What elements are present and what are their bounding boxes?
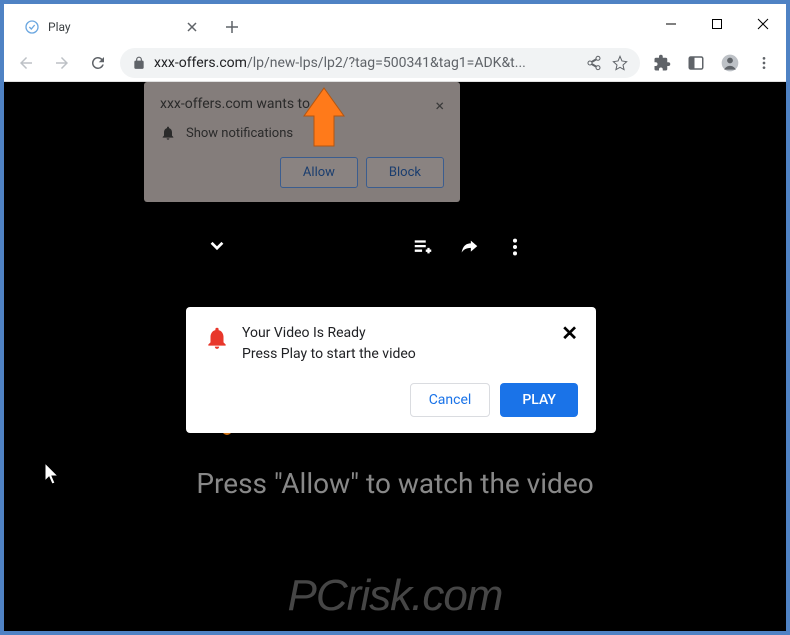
forward-button[interactable] bbox=[48, 49, 76, 77]
more-vertical-icon[interactable] bbox=[504, 236, 526, 258]
minimize-button[interactable] bbox=[648, 4, 694, 44]
playlist-add-icon[interactable] bbox=[412, 236, 434, 258]
tab-strip: Play bbox=[4, 4, 648, 44]
side-panel-icon[interactable] bbox=[682, 49, 710, 77]
tab-title: Play bbox=[48, 20, 176, 34]
video-controls-row bbox=[4, 232, 786, 262]
star-icon[interactable] bbox=[612, 55, 628, 71]
allow-button[interactable]: Allow bbox=[280, 157, 358, 188]
instruction-text: Press "Allow" to watch the video bbox=[4, 467, 786, 500]
reload-button[interactable] bbox=[84, 49, 112, 77]
close-window-button[interactable] bbox=[740, 4, 786, 44]
share-icon[interactable] bbox=[586, 55, 602, 71]
ready-title: Your Video Is Ready bbox=[242, 323, 549, 344]
pointer-arrow-annotation bbox=[302, 86, 362, 156]
url-text: xxx-offers.com/lp/new-lps/lp2/?tag=50034… bbox=[154, 55, 526, 71]
lock-icon bbox=[132, 56, 146, 70]
chevron-down-icon[interactable] bbox=[204, 232, 230, 258]
maximize-button[interactable] bbox=[694, 4, 740, 44]
address-actions bbox=[586, 55, 628, 71]
mouse-cursor bbox=[44, 462, 62, 486]
close-tab-icon[interactable] bbox=[184, 19, 200, 35]
address-bar[interactable]: xxx-offers.com/lp/new-lps/lp2/?tag=50034… bbox=[120, 48, 640, 78]
new-tab-button[interactable] bbox=[218, 13, 246, 41]
bell-icon bbox=[160, 125, 176, 141]
video-ready-dialog: Your Video Is Ready Press Play to start … bbox=[186, 307, 596, 433]
browser-toolbar: xxx-offers.com/lp/new-lps/lp2/?tag=50034… bbox=[4, 44, 786, 82]
browser-tab[interactable]: Play bbox=[12, 10, 212, 44]
back-button[interactable] bbox=[12, 49, 40, 77]
close-icon[interactable]: ✕ bbox=[561, 323, 578, 343]
watermark-text: PCrisk.com bbox=[288, 571, 503, 621]
bell-icon bbox=[204, 325, 230, 351]
window-titlebar: Play bbox=[4, 4, 786, 44]
notification-popup-title: xxx-offers.com wants to bbox=[160, 96, 310, 112]
page-content: xxx-offers.com wants to × Show notificat… bbox=[4, 82, 786, 631]
cancel-button[interactable]: Cancel bbox=[410, 383, 491, 417]
close-icon[interactable]: × bbox=[435, 96, 444, 115]
play-button[interactable]: PLAY bbox=[500, 383, 578, 417]
notification-permission-label: Show notifications bbox=[186, 126, 293, 141]
tab-favicon bbox=[24, 19, 40, 35]
profile-icon[interactable] bbox=[716, 49, 744, 77]
block-button[interactable]: Block bbox=[366, 157, 444, 188]
extensions-icon[interactable] bbox=[648, 49, 676, 77]
window-controls bbox=[648, 4, 786, 44]
ready-subtitle: Press Play to start the video bbox=[242, 344, 549, 365]
menu-icon[interactable] bbox=[750, 49, 778, 77]
toolbar-right bbox=[648, 49, 778, 77]
share-arrow-icon[interactable] bbox=[458, 236, 480, 258]
